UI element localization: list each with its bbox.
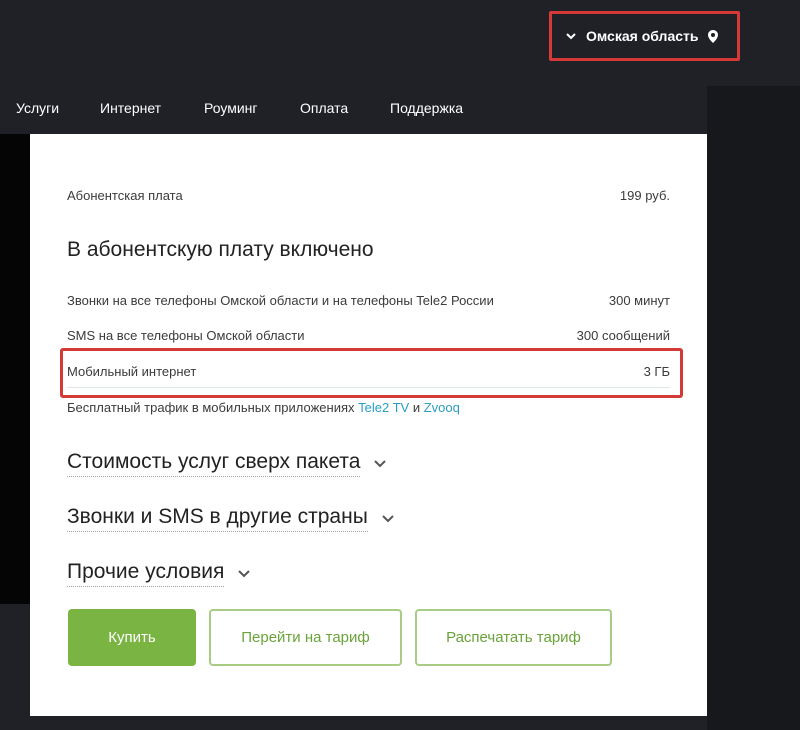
print-tariff-button[interactable]: Распечатать тариф bbox=[415, 609, 612, 666]
zvooq-link[interactable]: Zvooq bbox=[424, 400, 460, 415]
row-label: Звонки на все телефоны Омской области и … bbox=[67, 293, 494, 308]
fee-row: Абонентская плата 199 руб. bbox=[67, 188, 670, 203]
included-row-sms: SMS на все телефоны Омской области 300 с… bbox=[67, 328, 670, 343]
region-selector[interactable]: Омская область bbox=[549, 11, 740, 61]
row-label: SMS на все телефоны Омской области bbox=[67, 328, 305, 343]
row-divider bbox=[67, 387, 670, 388]
fee-value: 199 руб. bbox=[619, 188, 670, 203]
free-traffic-conj: и bbox=[412, 400, 421, 415]
row-value: 300 сообщений bbox=[576, 328, 670, 343]
row-value: 300 минут bbox=[608, 293, 670, 308]
nav-item-services[interactable]: Услуги bbox=[16, 100, 59, 116]
section-title: Стоимость услуг сверх пакета bbox=[67, 450, 361, 477]
included-title: В абонентскую плату включено bbox=[67, 238, 374, 261]
internet-highlight-box bbox=[60, 348, 683, 398]
nav-item-roaming[interactable]: Роуминг bbox=[204, 100, 257, 116]
chevron-down-icon bbox=[238, 569, 251, 578]
right-dark-panel bbox=[707, 86, 800, 730]
chevron-down-icon bbox=[374, 459, 387, 468]
buy-button[interactable]: Купить bbox=[68, 609, 196, 666]
chevron-down-icon bbox=[566, 32, 578, 40]
section-intl-calls-sms[interactable]: Звонки и SMS в другие страны bbox=[67, 505, 394, 532]
left-dark-panel bbox=[0, 134, 30, 604]
section-extra-costs[interactable]: Стоимость услуг сверх пакета bbox=[67, 450, 387, 477]
nav-item-support[interactable]: Поддержка bbox=[390, 100, 463, 116]
fee-label: Абонентская плата bbox=[67, 188, 183, 203]
location-pin-icon bbox=[708, 29, 719, 43]
switch-tariff-button[interactable]: Перейти на тариф bbox=[209, 609, 402, 666]
free-traffic-text: Бесплатный трафик в мобильных приложения… bbox=[67, 400, 355, 415]
region-label: Омская область bbox=[586, 28, 699, 44]
section-title: Звонки и SMS в другие страны bbox=[67, 505, 368, 532]
tele2-tv-link[interactable]: Tele2 TV bbox=[358, 400, 409, 415]
section-other-terms[interactable]: Прочие условия bbox=[67, 560, 251, 587]
section-title: Прочие условия bbox=[67, 560, 225, 587]
chevron-down-icon bbox=[382, 514, 394, 523]
free-traffic-note: Бесплатный трафик в мобильных приложения… bbox=[67, 400, 460, 415]
nav-item-internet[interactable]: Интернет bbox=[100, 100, 161, 116]
included-row-calls: Звонки на все телефоны Омской области и … bbox=[67, 293, 670, 308]
nav-item-payment[interactable]: Оплата bbox=[300, 100, 348, 116]
